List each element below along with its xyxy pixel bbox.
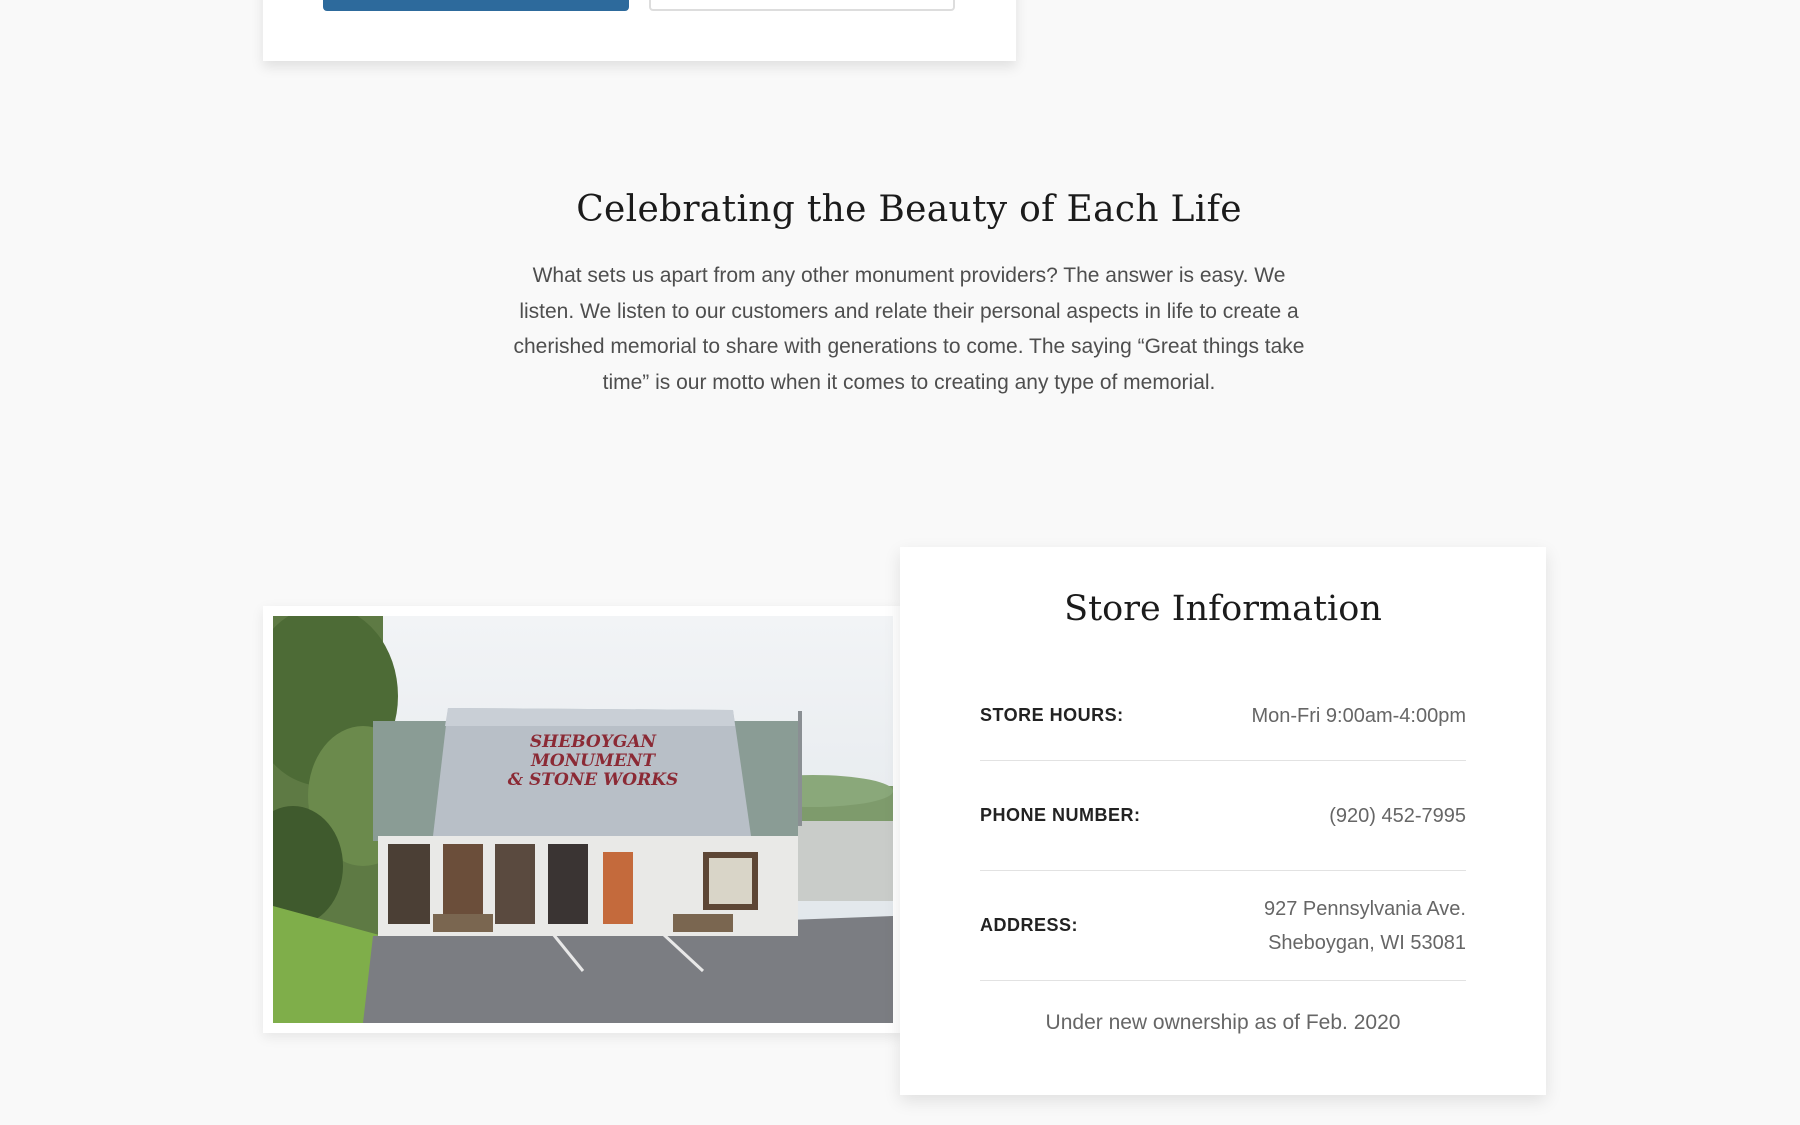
- secondary-cta-button[interactable]: [649, 0, 955, 11]
- page: Celebrating the Beauty of Each Life What…: [0, 0, 1800, 1125]
- store-sign-line2: MONUMENT: [530, 751, 656, 771]
- primary-cta-button[interactable]: [323, 0, 629, 11]
- address-label: ADDRESS:: [980, 915, 1079, 935]
- store-sign-line3: & STONE WORKS: [508, 770, 679, 790]
- address-line1: 927 Pennsylvania Ave.: [1263, 897, 1466, 920]
- phone-row: PHONE NUMBER: (920) 452-7995: [980, 761, 1466, 871]
- store-hours-row: STORE HOURS: Mon-Fri 9:00am-4:00pm: [980, 671, 1466, 761]
- address-row: ADDRESS: 927 Pennsylvania Ave. Sheboygan…: [980, 871, 1466, 981]
- store-hours-value: Mon-Fri 9:00am-4:00pm: [1251, 704, 1466, 727]
- address-value[interactable]: 927 Pennsylvania Ave. Sheboygan, WI 5308…: [1264, 892, 1466, 960]
- phone-label: PHONE NUMBER:: [980, 805, 1141, 825]
- store-info-card: Store Information STORE HOURS: Mon-Fri 9…: [900, 547, 1546, 1095]
- store-info-title: Store Information: [1064, 589, 1382, 629]
- store-photo: SHEBOYGAN MONUMENT & STONE WORKS: [273, 616, 893, 1023]
- intro-heading: Celebrating the Beauty of Each Life: [576, 189, 1242, 230]
- intro-section: Celebrating the Beauty of Each Life What…: [0, 182, 1800, 400]
- store-sign-line1: SHEBOYGAN: [530, 732, 658, 752]
- ownership-note: Under new ownership as of Feb. 2020: [1045, 1011, 1401, 1034]
- top-cta-card: [263, 0, 1016, 61]
- store-photo-frame: SHEBOYGAN MONUMENT & STONE WORKS: [263, 606, 903, 1033]
- store-hours-label: STORE HOURS:: [980, 705, 1124, 725]
- phone-number-link[interactable]: (920) 452-7995: [1329, 799, 1466, 833]
- address-line2: Sheboygan, WI 53081: [1268, 931, 1466, 954]
- intro-body: What sets us apart from any other monume…: [513, 264, 1305, 394]
